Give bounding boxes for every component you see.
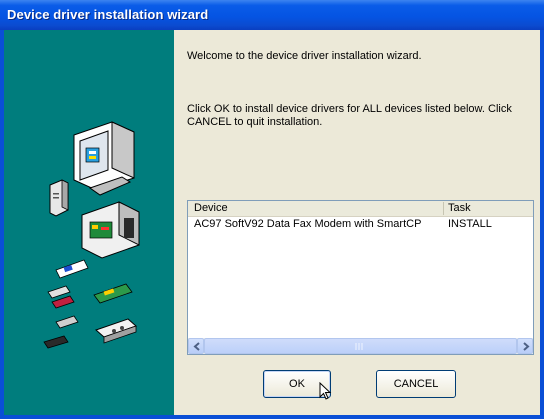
instructions-text: Click OK to install device drivers for A… [187,103,517,129]
column-header-task[interactable]: Task [448,202,471,215]
wizard-side-panel [4,30,174,415]
window-frame-right [540,30,544,419]
column-divider[interactable] [443,202,444,215]
title-bar[interactable]: Device driver installation wizard [0,0,544,30]
instructions-line-2: CANCEL to quit installation. [187,116,323,128]
monitor-icon [73,121,135,196]
modem-card-icon [47,283,133,309]
instructions-line-1: Click OK to install device drivers for A… [187,103,512,115]
mouse-cursor-icon [319,382,332,400]
computer-hardware-illustration [43,121,140,349]
chevron-left-icon [193,342,200,351]
scroll-right-button[interactable] [517,338,533,354]
wizard-content-area: Welcome to the device driver installatio… [174,30,540,415]
window-frame-bottom [0,415,544,419]
cancel-button[interactable]: CANCEL [376,370,456,398]
scrollbar-thumb[interactable] [204,338,517,354]
open-computer-case-icon [81,201,140,259]
device-name-cell: AC97 SoftV92 Data Fax Modem with SmartCP [194,218,422,230]
column-header-device[interactable]: Device [194,202,228,215]
chevron-right-icon [523,342,530,351]
task-cell: INSTALL [448,218,492,230]
expansion-card-icon [55,259,89,279]
list-header: Device Task [188,201,533,217]
peripheral-device-icon [43,315,137,349]
window-title: Device driver installation wizard [7,7,209,22]
device-list[interactable]: Device Task AC97 SoftV92 Data Fax Modem … [187,200,534,355]
speaker-icon [49,179,69,217]
grip-icon [355,343,363,350]
welcome-message: Welcome to the device driver installatio… [187,50,422,62]
scroll-left-button[interactable] [188,338,204,354]
horizontal-scrollbar[interactable] [188,338,533,354]
installer-window: Device driver installation wizard Welcom… [0,0,544,419]
